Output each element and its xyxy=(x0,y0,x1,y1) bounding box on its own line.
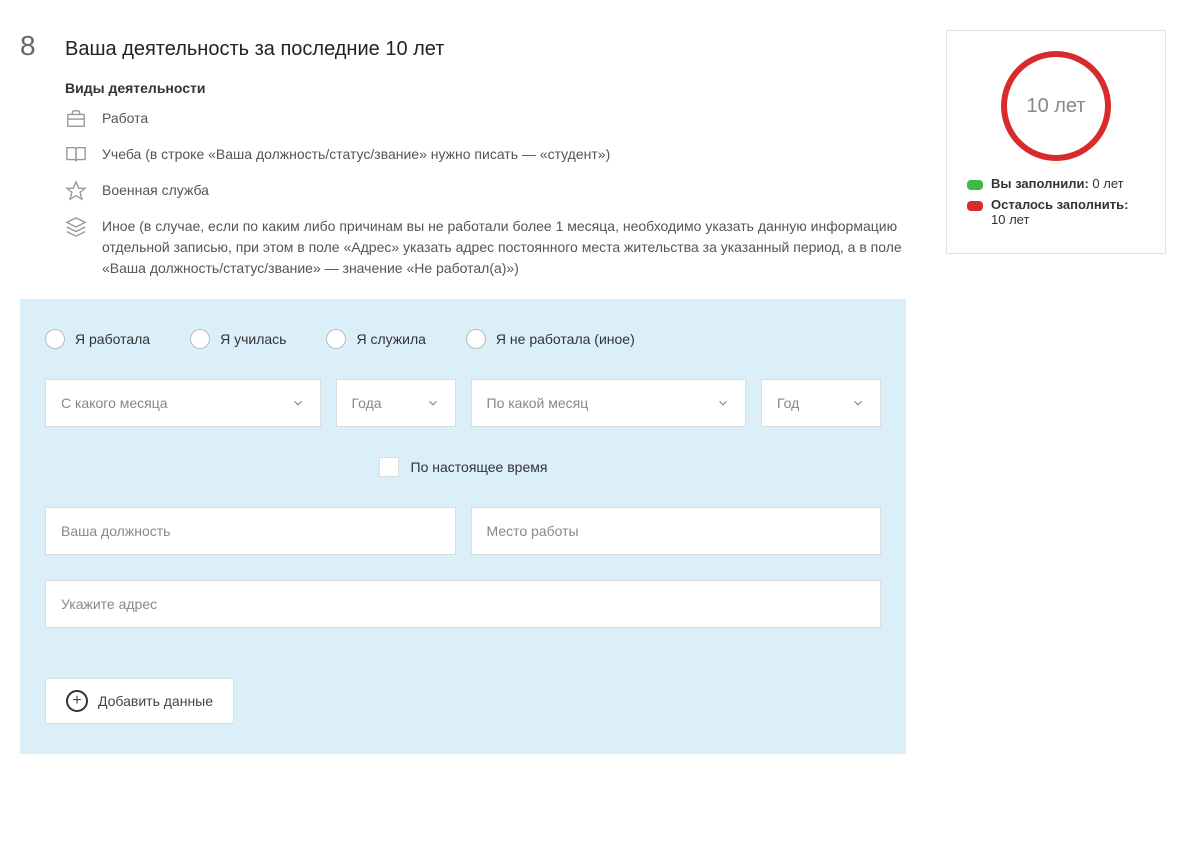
layers-icon xyxy=(65,216,87,238)
remain-label: Осталось заполнить: xyxy=(991,197,1128,212)
radio-icon xyxy=(466,329,486,349)
filled-label: Вы заполнили: xyxy=(991,176,1089,191)
book-icon xyxy=(65,144,87,166)
chevron-down-icon xyxy=(291,396,305,410)
activity-label: Работа xyxy=(102,108,902,129)
legend-dot-red xyxy=(967,201,983,211)
radio-label: Я училась xyxy=(220,331,286,347)
radio-icon xyxy=(190,329,210,349)
chevron-down-icon xyxy=(851,396,865,410)
activity-label: Иное (в случае, если по каким либо причи… xyxy=(102,216,902,279)
to-year-select[interactable]: Год xyxy=(761,379,881,427)
position-input[interactable]: Ваша должность xyxy=(45,507,456,555)
present-checkbox[interactable] xyxy=(379,457,399,477)
workplace-input[interactable]: Место работы xyxy=(471,507,882,555)
select-placeholder: Год xyxy=(777,395,799,411)
radio-icon xyxy=(326,329,346,349)
ring-label: 10 лет xyxy=(1026,95,1085,118)
radio-none[interactable]: Я не работала (иное) xyxy=(466,329,635,349)
radio-label: Я не работала (иное) xyxy=(496,331,635,347)
address-input[interactable]: Укажите адрес xyxy=(45,580,881,628)
plus-icon: + xyxy=(66,690,88,712)
radio-label: Я работала xyxy=(75,331,150,347)
section-title: Ваша деятельность за последние 10 лет xyxy=(65,38,444,61)
progress-card: 10 лет Вы заполнили: 0 лет Осталось запо… xyxy=(946,30,1166,254)
activity-type-list: Работа Учеба (в строке «Ваша должность/с… xyxy=(65,108,906,279)
radio-studied[interactable]: Я училась xyxy=(190,329,286,349)
select-placeholder: С какого месяца xyxy=(61,395,168,411)
from-month-select[interactable]: С какого месяца xyxy=(45,379,321,427)
activity-label: Военная служба xyxy=(102,180,902,201)
activity-form: Я работала Я училась Я служила Я не рабо… xyxy=(20,299,906,754)
filled-value: 0 лет xyxy=(1089,176,1124,191)
input-placeholder: Ваша должность xyxy=(61,523,170,539)
add-data-button[interactable]: + Добавить данные xyxy=(45,678,234,724)
legend-remaining: Осталось заполнить: 10 лет xyxy=(967,197,1145,227)
radio-label: Я служила xyxy=(356,331,425,347)
select-placeholder: Года xyxy=(352,395,382,411)
briefcase-icon xyxy=(65,108,87,130)
activity-item-other: Иное (в случае, если по каким либо причи… xyxy=(65,216,906,279)
radio-worked[interactable]: Я работала xyxy=(45,329,150,349)
input-placeholder: Место работы xyxy=(487,523,579,539)
chevron-down-icon xyxy=(716,396,730,410)
present-label: По настоящее время xyxy=(411,459,548,475)
star-icon xyxy=(65,180,87,202)
progress-ring: 10 лет xyxy=(1001,51,1111,161)
radio-icon xyxy=(45,329,65,349)
section-number: 8 xyxy=(20,30,50,62)
activity-item-work: Работа xyxy=(65,108,906,130)
chevron-down-icon xyxy=(426,396,440,410)
add-button-label: Добавить данные xyxy=(98,693,213,709)
from-year-select[interactable]: Года xyxy=(336,379,456,427)
remain-value: 10 лет xyxy=(991,212,1029,227)
to-month-select[interactable]: По какой месяц xyxy=(471,379,747,427)
activity-item-military: Военная служба xyxy=(65,180,906,202)
legend-dot-green xyxy=(967,180,983,190)
legend-filled: Вы заполнили: 0 лет xyxy=(967,176,1145,191)
select-placeholder: По какой месяц xyxy=(487,395,589,411)
activity-item-study: Учеба (в строке «Ваша должность/статус/з… xyxy=(65,144,906,166)
radio-served[interactable]: Я служила xyxy=(326,329,425,349)
subtitle: Виды деятельности xyxy=(65,80,906,96)
input-placeholder: Укажите адрес xyxy=(61,596,157,612)
activity-label: Учеба (в строке «Ваша должность/статус/з… xyxy=(102,144,902,165)
